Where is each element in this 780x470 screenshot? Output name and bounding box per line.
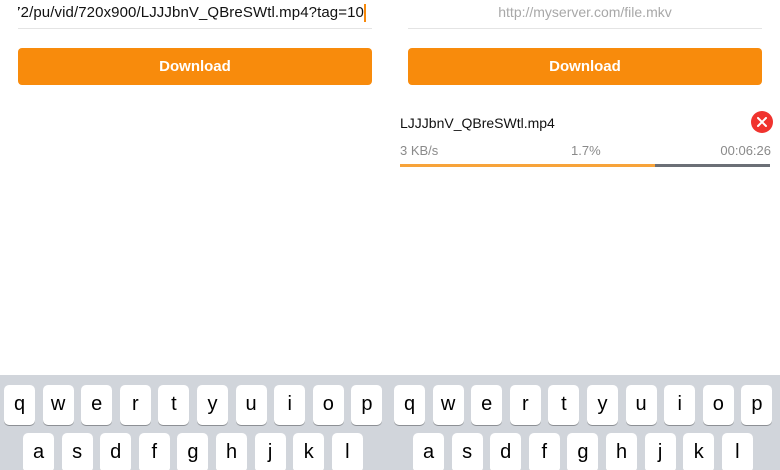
key-i[interactable]: i: [274, 385, 306, 425]
left-screen: 052672/pu/vid/720x900/LJJJbnV_QBreSWtl.m…: [0, 0, 390, 470]
key-r[interactable]: r: [509, 385, 541, 425]
download-progress-fill: [400, 164, 656, 167]
key-l[interactable]: l: [721, 433, 753, 470]
close-icon: [757, 117, 767, 127]
key-u[interactable]: u: [625, 385, 657, 425]
key-a[interactable]: a: [23, 433, 54, 470]
key-e[interactable]: e: [81, 385, 113, 425]
key-t[interactable]: t: [548, 385, 580, 425]
download-speed: 3 KB/s: [400, 143, 439, 158]
keyboard: qwertyuiop asdfghjkl: [390, 375, 780, 470]
url-input-placeholder: http://myserver.com/file.mkv: [498, 4, 672, 20]
key-j[interactable]: j: [254, 433, 286, 470]
keyboard-row-2: asdfghjkl: [0, 433, 390, 470]
key-w[interactable]: w: [42, 385, 74, 425]
cancel-download-button[interactable]: [751, 111, 773, 133]
url-input-value: 052672/pu/vid/720x900/LJJJbnV_QBreSWtl.m…: [18, 4, 364, 21]
key-o[interactable]: o: [702, 385, 734, 425]
keyboard-row-1: qwertyuiop: [390, 385, 780, 425]
key-p[interactable]: p: [351, 385, 383, 425]
key-f[interactable]: f: [528, 433, 560, 470]
key-h[interactable]: h: [606, 433, 637, 470]
keyboard: qwertyuiop asdfghjkl: [0, 375, 390, 470]
key-p[interactable]: p: [741, 385, 773, 425]
key-a[interactable]: a: [413, 433, 444, 470]
key-g[interactable]: g: [177, 433, 209, 470]
key-q[interactable]: q: [394, 385, 425, 425]
keyboard-row-2: asdfghjkl: [390, 433, 780, 470]
key-l[interactable]: l: [331, 433, 363, 470]
key-w[interactable]: w: [432, 385, 464, 425]
key-k[interactable]: k: [683, 433, 715, 470]
key-y[interactable]: y: [587, 385, 618, 425]
url-input[interactable]: 052672/pu/vid/720x900/LJJJbnV_QBreSWtl.m…: [18, 0, 372, 29]
text-cursor: [364, 4, 366, 22]
key-i[interactable]: i: [664, 385, 696, 425]
key-h[interactable]: h: [216, 433, 247, 470]
keyboard-row-1: qwertyuiop: [0, 385, 390, 425]
key-d[interactable]: d: [100, 433, 132, 470]
right-screen: http://myserver.com/file.mkv Download LJ…: [390, 0, 780, 470]
key-s[interactable]: s: [451, 433, 483, 470]
download-time-remaining: 00:06:26: [720, 143, 771, 158]
download-percent: 1.7%: [571, 143, 601, 158]
key-u[interactable]: u: [235, 385, 267, 425]
key-j[interactable]: j: [644, 433, 676, 470]
key-f[interactable]: f: [138, 433, 170, 470]
download-progress-bar: [400, 164, 770, 167]
key-t[interactable]: t: [158, 385, 190, 425]
url-input[interactable]: http://myserver.com/file.mkv: [408, 0, 762, 29]
key-e[interactable]: e: [471, 385, 503, 425]
key-g[interactable]: g: [567, 433, 599, 470]
key-r[interactable]: r: [119, 385, 151, 425]
key-k[interactable]: k: [293, 433, 325, 470]
download-file-name: LJJJbnV_QBreSWtl.mp4: [400, 115, 555, 131]
key-q[interactable]: q: [4, 385, 35, 425]
key-s[interactable]: s: [61, 433, 93, 470]
key-y[interactable]: y: [197, 385, 228, 425]
key-d[interactable]: d: [490, 433, 522, 470]
download-button[interactable]: Download: [408, 48, 762, 85]
key-o[interactable]: o: [312, 385, 344, 425]
download-button[interactable]: Download: [18, 48, 372, 85]
